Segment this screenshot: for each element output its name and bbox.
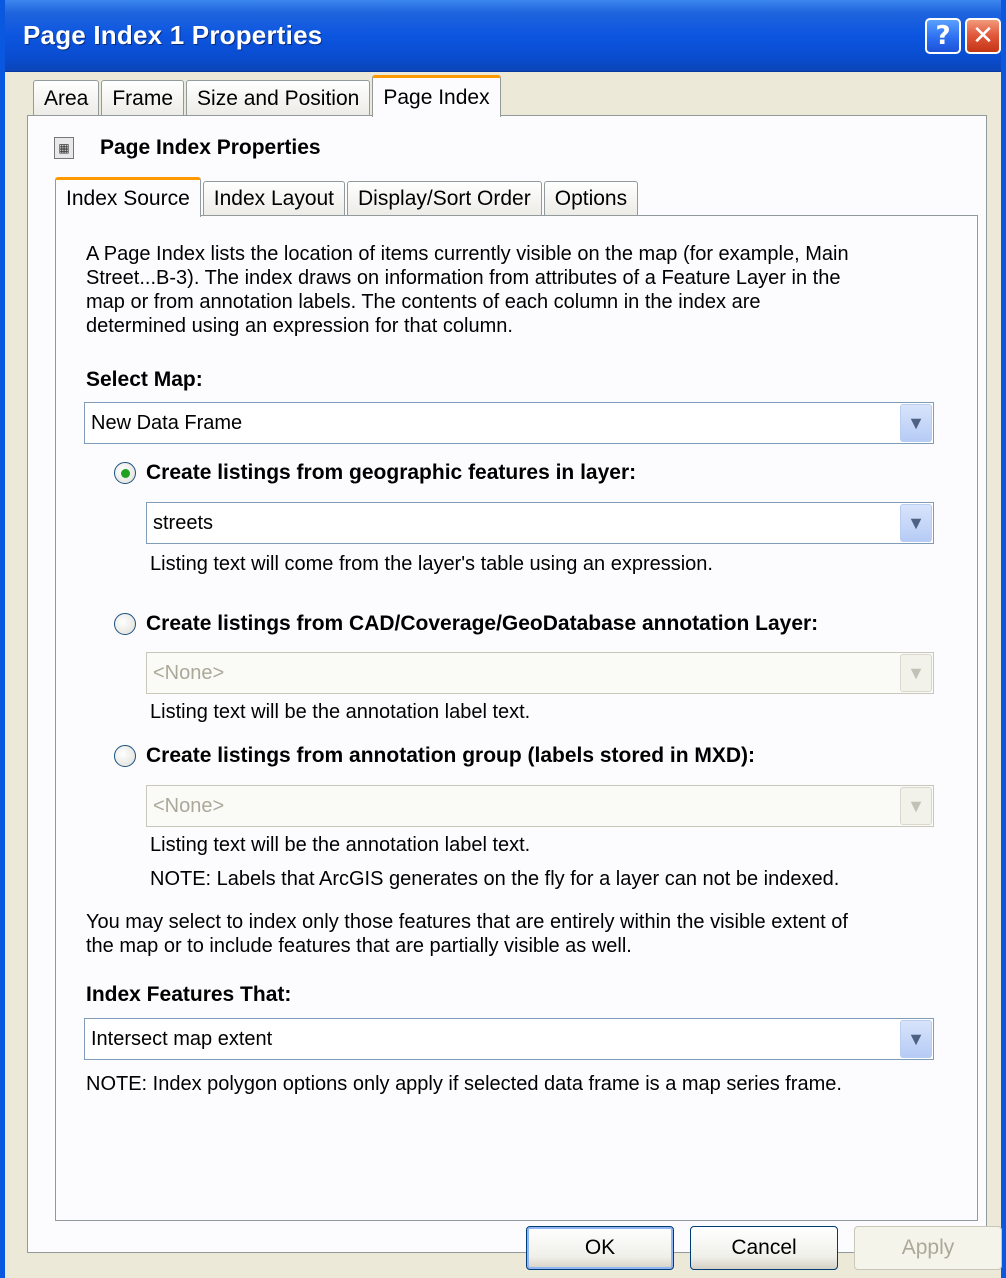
option1-hint: Listing text will come from the layer's … (150, 553, 713, 575)
layer-dropdown[interactable]: streets ▼ (146, 502, 934, 544)
option-annotation-group[interactable]: Create listings from annotation group (l… (114, 744, 755, 768)
tab-display-sort-order[interactable]: Display/Sort Order (347, 181, 542, 216)
top-tab-strip: Area Frame Size and Position Page Index (33, 75, 503, 117)
index-source-panel: A Page Index lists the location of items… (55, 215, 978, 1221)
option-geographic-features-label: Create listings from geographic features… (146, 461, 637, 484)
apply-button[interactable]: Apply (854, 1226, 1002, 1270)
select-map-dropdown[interactable]: New Data Frame ▼ (84, 402, 934, 444)
cancel-button[interactable]: Cancel (690, 1226, 838, 1270)
dialog-window: Page Index 1 Properties ? ✕ Area Frame S… (0, 0, 1006, 1278)
tab-area[interactable]: Area (33, 80, 100, 116)
tab-frame[interactable]: Frame (101, 80, 185, 116)
radio-annotation-layer[interactable] (114, 613, 136, 635)
chevron-down-icon[interactable]: ▼ (900, 787, 932, 825)
tab-index-layout[interactable]: Index Layout (202, 181, 346, 216)
annotation-group-dropdown-value: <None> (153, 794, 225, 817)
close-icon[interactable]: ✕ (965, 18, 1001, 54)
title-bar[interactable]: Page Index 1 Properties ? ✕ (5, 0, 1001, 72)
radio-geographic-features[interactable] (114, 462, 136, 484)
dialog-client: Area Frame Size and Position Page Index … (5, 72, 1002, 1278)
extent-text-line-2: the map or to include features that are … (86, 935, 632, 957)
help-icon[interactable]: ? (925, 18, 961, 54)
option-geographic-features[interactable]: Create listings from geographic features… (114, 461, 636, 485)
annotation-group-dropdown[interactable]: <None> ▼ (146, 785, 934, 827)
layer-dropdown-value: streets (153, 511, 214, 534)
index-features-value: Intersect map extent (91, 1027, 273, 1050)
index-features-note: NOTE: Index polygon options only apply i… (86, 1073, 842, 1095)
tab-page-index[interactable]: Page Index (372, 75, 501, 117)
ok-button[interactable]: OK (526, 1226, 674, 1270)
window-title: Page Index 1 Properties (23, 20, 323, 50)
tab-options[interactable]: Options (543, 181, 639, 216)
tab-size-and-position[interactable]: Size and Position (186, 80, 371, 116)
annotation-layer-dropdown-value: <None> (153, 661, 225, 684)
chevron-down-icon[interactable]: ▼ (900, 654, 932, 692)
intro-line-2: Street...B-3). The index draws on inform… (86, 267, 841, 289)
option-annotation-layer[interactable]: Create listings from CAD/Coverage/GeoDat… (114, 612, 818, 636)
option3-hint: Listing text will be the annotation labe… (150, 834, 531, 856)
page-index-tab-panel: ▦ Page Index Properties Index Source Ind… (27, 115, 987, 1253)
radio-annotation-group[interactable] (114, 745, 136, 767)
extent-text-line-1: You may select to index only those featu… (86, 911, 848, 933)
option-annotation-layer-label: Create listings from CAD/Coverage/GeoDat… (146, 612, 819, 635)
intro-line-3: map or from annotation labels. The conte… (86, 291, 761, 313)
chevron-down-icon[interactable]: ▼ (900, 1020, 932, 1058)
option3-note: NOTE: Labels that ArcGIS generates on th… (150, 868, 840, 890)
section-header: ▦ Page Index Properties (54, 136, 321, 160)
annotation-layer-dropdown[interactable]: <None> ▼ (146, 652, 934, 694)
index-features-label: Index Features That: (86, 983, 292, 1006)
index-features-dropdown[interactable]: Intersect map extent ▼ (84, 1018, 934, 1060)
select-map-value: New Data Frame (91, 411, 243, 434)
option-annotation-group-label: Create listings from annotation group (l… (146, 744, 756, 767)
chevron-down-icon[interactable]: ▼ (900, 504, 932, 542)
option2-hint: Listing text will be the annotation labe… (150, 701, 531, 723)
inner-tab-strip: Index Source Index Layout Display/Sort O… (55, 176, 640, 217)
chevron-down-icon[interactable]: ▼ (900, 404, 932, 442)
section-title: Page Index Properties (100, 136, 321, 159)
tab-index-source[interactable]: Index Source (55, 177, 201, 217)
page-index-icon: ▦ (54, 137, 74, 159)
intro-line-1: A Page Index lists the location of items… (86, 243, 849, 265)
intro-line-4: determined using an expression for that … (86, 315, 513, 337)
select-map-label: Select Map: (86, 368, 203, 391)
